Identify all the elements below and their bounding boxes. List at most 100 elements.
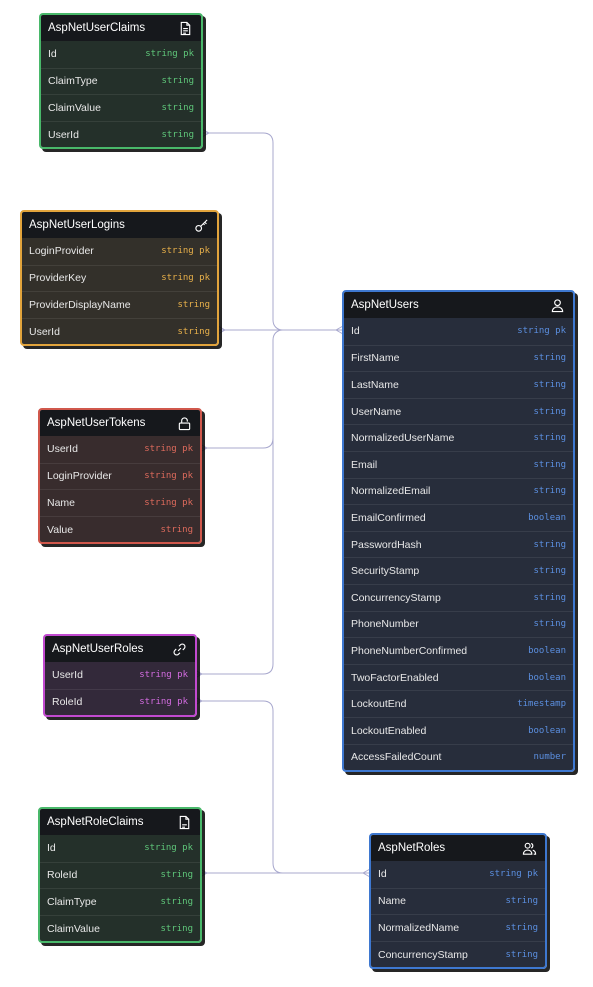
column-type: boolean xyxy=(528,672,566,683)
column-type: string xyxy=(505,949,538,960)
table-row[interactable]: RoleId string xyxy=(40,861,200,889)
table-row[interactable]: RoleId string pk xyxy=(45,688,195,716)
column-name: SecurityStamp xyxy=(351,565,420,578)
table-aspnetusers[interactable]: AspNetUsers Id string pk FirstName string … xyxy=(342,290,575,773)
table-header: AspNetUserLogins xyxy=(22,212,217,238)
column-type: string xyxy=(533,619,566,630)
table-row[interactable]: Name string pk xyxy=(40,489,200,516)
table-header: AspNetRoleClaims xyxy=(40,809,200,835)
column-type: string xyxy=(533,353,566,364)
table-row[interactable]: UserId string pk xyxy=(40,436,200,463)
table-aspnetroleclaims[interactable]: AspNetRoleClaims Id string pk RoleId strin… xyxy=(38,807,202,944)
table-row[interactable]: LockoutEnabled boolean xyxy=(344,716,573,744)
table-row[interactable]: UserId string pk xyxy=(45,662,195,689)
table-row[interactable]: ClaimValue string xyxy=(40,914,200,942)
column-type: boolean xyxy=(528,725,566,736)
column-name: Name xyxy=(47,496,76,509)
table-row[interactable]: Id string pk xyxy=(41,41,201,68)
table-title: AspNetUsers xyxy=(351,299,419,311)
column-type: number xyxy=(533,752,566,763)
table-row[interactable]: NormalizedEmail string xyxy=(344,477,573,505)
table-row[interactable]: Value string xyxy=(40,515,200,543)
users-icon xyxy=(521,840,537,856)
table-row[interactable]: UserName string xyxy=(344,397,573,425)
column-type: string pk xyxy=(144,471,193,482)
table-row[interactable]: LoginProvider string pk xyxy=(40,462,200,490)
connector-userroles-userid xyxy=(195,438,274,675)
table-row[interactable]: Id string pk xyxy=(40,835,200,862)
table-row[interactable]: EmailConfirmed boolean xyxy=(344,504,573,531)
table-row[interactable]: UserId string xyxy=(41,120,201,148)
column-name: UserId xyxy=(29,325,60,338)
table-row[interactable]: NormalizedUserName string xyxy=(344,424,573,451)
column-type: string xyxy=(505,922,538,933)
column-name: PhoneNumberConfirmed xyxy=(351,644,468,657)
table-row[interactable]: LoginProvider string pk xyxy=(22,238,217,265)
table-aspnetuserclaims[interactable]: AspNetUserClaims Id string pk ClaimType st… xyxy=(39,13,203,150)
crowfoot-userclaims xyxy=(201,128,210,138)
table-aspnetroles[interactable]: AspNetRoles Id string pk Name string Norma… xyxy=(369,833,547,970)
column-name: ProviderDisplayName xyxy=(29,298,131,311)
table-title: AspNetUserClaims xyxy=(48,22,146,34)
table-aspnetuserroles[interactable]: AspNetUserRoles UserId string pk RoleId st… xyxy=(43,634,197,718)
table-row[interactable]: Name string xyxy=(371,887,545,915)
table-row[interactable]: LockoutEnd timestamp xyxy=(344,690,573,717)
table-row[interactable]: ProviderDisplayName string xyxy=(22,291,217,318)
table-row[interactable]: AccessFailedCount number xyxy=(344,743,573,771)
column-type: string xyxy=(533,406,566,417)
column-name: LoginProvider xyxy=(47,470,112,483)
table-row[interactable]: Id string pk xyxy=(371,861,545,888)
column-name: ConcurrencyStamp xyxy=(378,948,468,961)
column-type: string xyxy=(533,539,566,550)
table-row[interactable]: UserId string xyxy=(22,317,217,345)
column-name: TwoFactorEnabled xyxy=(351,671,439,684)
table-row[interactable]: ProviderKey string pk xyxy=(22,264,217,292)
column-name: UserName xyxy=(351,405,402,418)
column-type: string pk xyxy=(161,273,210,284)
column-name: Value xyxy=(47,523,74,536)
column-name: FirstName xyxy=(351,352,400,365)
column-type: string xyxy=(533,459,566,470)
table-aspnetuserlogins[interactable]: AspNetUserLogins LoginProvider string pk … xyxy=(20,210,219,347)
table-header: AspNetUserClaims xyxy=(41,15,201,41)
table-row[interactable]: ConcurrencyStamp string xyxy=(371,940,545,968)
connector-usertokens-userid xyxy=(200,340,274,449)
column-name: LoginProvider xyxy=(29,245,94,258)
table-aspnetusertokens[interactable]: AspNetUserTokens UserId string pk LoginPr… xyxy=(38,408,202,545)
table-row[interactable]: ClaimValue string xyxy=(41,94,201,121)
table-header: AspNetUserTokens xyxy=(40,410,200,436)
table-row[interactable]: NormalizedName string xyxy=(371,914,545,941)
column-type: string xyxy=(533,433,566,444)
table-row[interactable]: SecurityStamp string xyxy=(344,557,573,584)
table-row[interactable]: LastName string xyxy=(344,371,573,398)
table-row[interactable]: FirstName string xyxy=(344,344,573,372)
document-icon xyxy=(177,20,193,36)
table-row[interactable]: TwoFactorEnabled boolean xyxy=(344,663,573,691)
column-type: string pk xyxy=(139,697,188,708)
column-name: ClaimType xyxy=(47,895,97,908)
column-name: PasswordHash xyxy=(351,538,422,551)
column-name: RoleId xyxy=(52,696,83,709)
column-type: string xyxy=(533,379,566,390)
column-type: string pk xyxy=(161,246,210,257)
table-row[interactable]: ClaimType string xyxy=(41,67,201,95)
column-type: string xyxy=(160,896,193,907)
column-type: string pk xyxy=(489,869,538,880)
column-type: string xyxy=(160,870,193,881)
table-row[interactable]: Id string pk xyxy=(344,318,573,345)
table-row[interactable]: PhoneNumberConfirmed boolean xyxy=(344,637,573,664)
column-name: LastName xyxy=(351,378,399,391)
column-type: string xyxy=(533,486,566,497)
column-name: ClaimType xyxy=(48,75,98,88)
table-row[interactable]: Email string xyxy=(344,450,573,478)
column-type: string pk xyxy=(139,670,188,681)
table-row[interactable]: PhoneNumber string xyxy=(344,610,573,638)
table-title: AspNetUserLogins xyxy=(29,219,125,231)
table-title: AspNetRoles xyxy=(378,842,446,854)
column-name: LockoutEnd xyxy=(351,698,407,711)
table-header: AspNetUsers xyxy=(344,292,573,318)
table-row[interactable]: ClaimType string xyxy=(40,888,200,915)
table-row[interactable]: ConcurrencyStamp string xyxy=(344,583,573,611)
column-type: string xyxy=(161,76,194,87)
table-row[interactable]: PasswordHash string xyxy=(344,530,573,558)
